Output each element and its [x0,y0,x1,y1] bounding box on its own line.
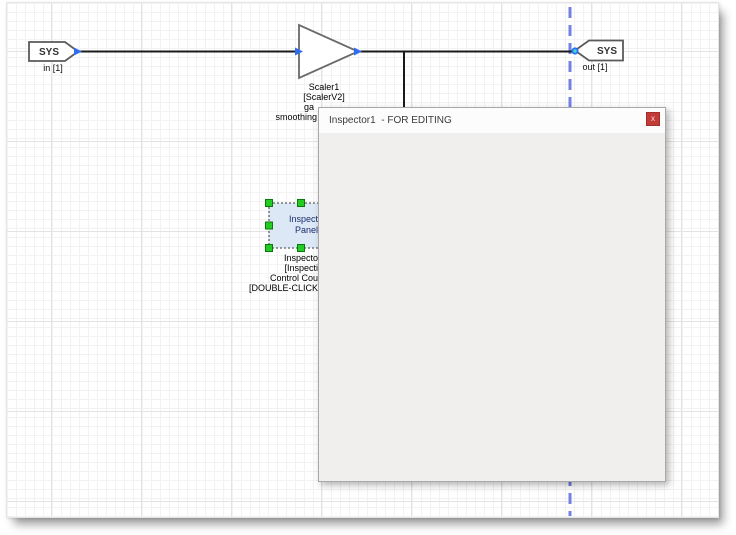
inspector-window-title: Inspector1 - FOR EDITING [329,115,452,126]
inspector-caption-name: Inspecto [284,253,318,263]
inspector-caption-control: Control Cou [270,273,318,283]
inspector-block-text1: Inspect [289,214,319,224]
scaler-shape[interactable] [299,25,358,78]
scaler-name: Scaler1 [309,82,340,92]
scaler-prop2: smoothing [275,112,317,122]
selection-handle-s[interactable] [298,245,305,252]
sys-in-output-port-icon [74,48,82,56]
selection-handle-n[interactable] [298,200,305,207]
inspector-caption-doubleclick: [DOUBLE-CLICK [249,283,318,293]
selection-handle-nw[interactable] [266,200,273,207]
scaler-prop1: ga [304,102,314,112]
close-icon[interactable]: x [646,112,660,126]
block-sys-in[interactable]: SYS in [1] [29,42,82,73]
sys-out-sublabel: out [1] [582,62,607,72]
sys-out-label: SYS [597,46,617,57]
sys-out-connection-marker-center [573,49,576,52]
diagram-canvas[interactable]: SYS in [1] Scaler1 [ScalerV2] ga smoothi… [6,2,719,518]
scaler-output-port-icon [354,48,362,56]
inspector-caption-type: [Inspecti [284,263,318,273]
sys-in-label: SYS [39,47,59,58]
inspector-window: Inspector1 - FOR EDITING x [318,107,666,482]
scaler-type: [ScalerV2] [303,92,345,102]
inspector-window-titlebar[interactable]: Inspector1 - FOR EDITING x [319,108,665,134]
inspector-block-text2: Panel [295,225,318,235]
selection-handle-sw[interactable] [266,245,273,252]
block-sys-out[interactable]: SYS out [1] [571,41,623,73]
selection-handle-w[interactable] [266,222,273,229]
inspector-window-content [319,133,665,481]
sys-in-sublabel: in [1] [43,63,63,73]
